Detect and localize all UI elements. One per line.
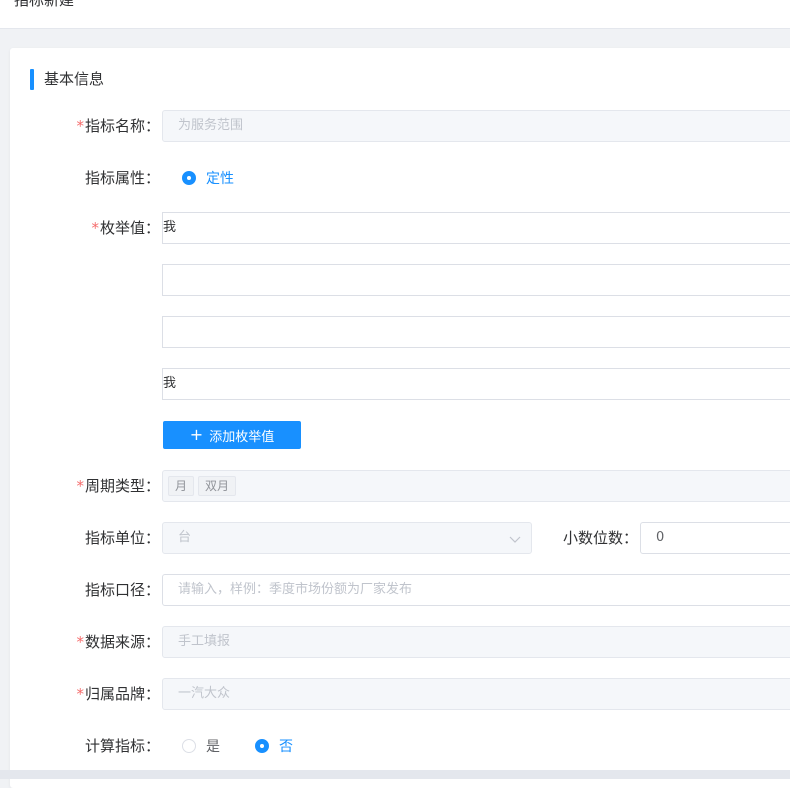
- source-input[interactable]: 手工填报: [162, 626, 790, 658]
- brand-label: *归属品牌：: [76, 685, 160, 703]
- plus-icon: +: [189, 425, 204, 444]
- decimal-input[interactable]: 0: [640, 522, 790, 554]
- add-enum-button[interactable]: + 添加枚举值: [163, 421, 301, 449]
- radio-checked-icon: [255, 739, 269, 753]
- attribute-label: 指标属性：: [84, 169, 160, 187]
- radio-checked-icon: [182, 171, 196, 185]
- period-tag-month: 月: [168, 476, 195, 496]
- radio-unchecked-icon: [182, 739, 196, 753]
- calc-radio-no[interactable]: 否: [255, 736, 293, 756]
- form-card: [10, 48, 790, 788]
- required-mark: *: [76, 685, 84, 703]
- section-title: 基本信息: [44, 70, 105, 88]
- period-select[interactable]: 月 双月: [162, 470, 790, 502]
- attribute-radio-qualitative[interactable]: 定性: [182, 168, 234, 188]
- name-input[interactable]: 为服务范围: [162, 110, 790, 142]
- enum-label: *枚举值：: [91, 219, 160, 237]
- calc-radio-yes[interactable]: 是: [182, 736, 220, 756]
- enum-input-1[interactable]: 我: [162, 212, 790, 244]
- unit-select[interactable]: 台: [162, 522, 532, 554]
- decimal-label: 小数位数：: [562, 529, 638, 547]
- period-tag-bimonth: 双月: [198, 476, 237, 496]
- caliber-label: 指标口径：: [84, 581, 160, 599]
- calc-label: 计算指标：: [84, 737, 160, 755]
- section-accent-bar: [30, 69, 34, 90]
- caliber-input[interactable]: 请输入，样例：季度市场份额为厂家发布: [162, 574, 790, 606]
- period-label: *周期类型：: [76, 477, 160, 495]
- required-mark: *: [91, 219, 99, 237]
- bottom-scroll-area: [0, 770, 790, 779]
- brand-input[interactable]: 一汽大众: [162, 678, 790, 710]
- required-mark: *: [76, 633, 84, 651]
- enum-input-3[interactable]: [162, 316, 790, 348]
- required-mark: *: [76, 117, 84, 135]
- page-title: 指标新建: [14, 0, 75, 9]
- page-header: 指标新建: [0, 0, 790, 29]
- enum-input-4[interactable]: 我: [162, 368, 790, 400]
- unit-label: 指标单位：: [84, 529, 160, 547]
- enum-input-2[interactable]: [162, 264, 790, 296]
- source-label: *数据来源：: [76, 633, 160, 651]
- name-label: *指标名称：: [76, 117, 160, 135]
- required-mark: *: [76, 477, 84, 495]
